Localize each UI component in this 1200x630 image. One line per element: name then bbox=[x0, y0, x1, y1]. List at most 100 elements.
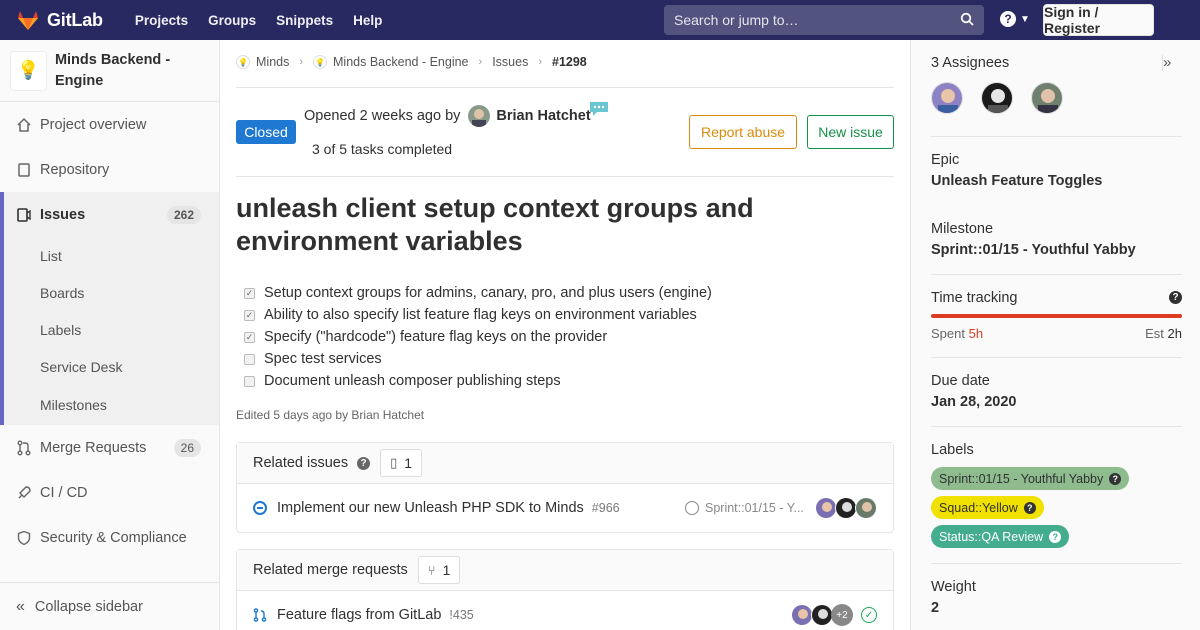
issue-meta: Opened 2 weeks ago by Brian Hatchet bbox=[304, 105, 591, 127]
label-squad[interactable]: Squad::Yellow? bbox=[931, 496, 1044, 519]
table-row[interactable]: Implement our new Unleash PHP SDK to Min… bbox=[237, 484, 893, 532]
gitlab-logo[interactable]: GitLab bbox=[16, 8, 103, 32]
label-text: Sprint::01/15 - Youthful Yabby bbox=[939, 471, 1104, 486]
task-checkbox[interactable] bbox=[244, 353, 255, 365]
avatar[interactable] bbox=[815, 497, 837, 519]
issue-closed-icon bbox=[253, 501, 267, 515]
list-item: Spec test services bbox=[244, 348, 712, 370]
nav-projects[interactable]: Projects bbox=[125, 13, 198, 28]
avatar[interactable] bbox=[981, 82, 1013, 114]
avatar[interactable] bbox=[791, 604, 813, 626]
lightbulb-icon: 💡 bbox=[10, 50, 47, 91]
time-values: Spent 5h Est 2h bbox=[931, 326, 1182, 341]
epic-label: Epic bbox=[931, 152, 960, 168]
search-icon[interactable] bbox=[960, 12, 974, 26]
new-issue-button[interactable]: New issue bbox=[807, 115, 894, 149]
nav-help[interactable]: Help bbox=[343, 13, 392, 28]
avatar[interactable] bbox=[835, 497, 857, 519]
tasks-summary: 3 of 5 tasks completed bbox=[312, 141, 453, 157]
task-list: ✓ Setup context groups for admins, canar… bbox=[244, 282, 712, 392]
label-text: Status::QA Review bbox=[939, 529, 1044, 544]
breadcrumb-project[interactable]: 💡 Minds Backend - Engine bbox=[313, 55, 469, 69]
epic-value[interactable]: Unleash Feature Toggles bbox=[931, 173, 1182, 189]
label-sprint[interactable]: Sprint::01/15 - Youthful Yabby? bbox=[931, 467, 1130, 490]
sidebar-item-security[interactable]: Security & Compliance bbox=[0, 515, 219, 560]
milestone-ref: Sprint::01/15 - Y... bbox=[685, 501, 804, 515]
project-name: Minds Backend - Engine bbox=[54, 51, 171, 89]
opened-text: Opened 2 weeks ago by bbox=[304, 108, 461, 124]
sidebar-item-label: Merge Requests bbox=[40, 439, 147, 456]
milestone-value[interactable]: Sprint::01/15 - Youthful Yabby bbox=[931, 242, 1182, 258]
question-icon[interactable]: ? bbox=[357, 456, 371, 470]
right-sidebar: 3 Assignees » Epic Unleash Feature Toggl… bbox=[910, 40, 1200, 630]
time-progress-bar bbox=[931, 314, 1182, 318]
question-icon[interactable]: ? bbox=[1023, 501, 1036, 514]
sidebar-subitem-milestones[interactable]: Milestones bbox=[4, 385, 219, 425]
signin-button[interactable]: Sign in / Register bbox=[1043, 4, 1154, 36]
related-issues-panel: Related issues ? ▯ 1 Implement our new U… bbox=[236, 442, 894, 533]
sidebar-item-ci-cd[interactable]: CI / CD bbox=[0, 470, 219, 515]
search-input[interactable] bbox=[674, 12, 954, 28]
project-header[interactable]: 💡 Minds Backend - Engine bbox=[0, 40, 219, 102]
related-issue-title[interactable]: Implement our new Unleash PHP SDK to Min… bbox=[277, 500, 584, 516]
task-checkbox[interactable]: ✓ bbox=[244, 287, 255, 299]
avatar[interactable] bbox=[811, 604, 833, 626]
status-badge: Closed bbox=[236, 120, 296, 144]
task-checkbox[interactable]: ✓ bbox=[244, 309, 255, 321]
related-mrs-count[interactable]: ⑂ 1 bbox=[417, 556, 461, 584]
avatar[interactable] bbox=[931, 82, 963, 114]
time-tracking-block: Time tracking ? Spent 5h Est 2h bbox=[931, 290, 1182, 341]
question-icon[interactable]: ? bbox=[1109, 472, 1122, 485]
mr-avatars: +2 ✓ bbox=[791, 604, 877, 626]
question-icon[interactable]: ? bbox=[1169, 291, 1182, 304]
est-label: Est bbox=[1145, 326, 1164, 341]
avatar[interactable] bbox=[1031, 82, 1063, 114]
spent-value: 5h bbox=[968, 326, 984, 341]
help-dropdown[interactable]: ? ▼ bbox=[1000, 11, 1030, 27]
author-name[interactable]: Brian Hatchet bbox=[496, 108, 590, 124]
sidebar-item-project-overview[interactable]: Project overview bbox=[0, 102, 219, 147]
breadcrumb-current[interactable]: #1298 bbox=[552, 55, 587, 69]
double-chevron-left-icon: « bbox=[16, 597, 25, 615]
chevron-right-icon: › bbox=[299, 56, 304, 68]
count-value: 1 bbox=[404, 455, 413, 471]
sidebar-item-issues[interactable]: Issues 262 bbox=[4, 192, 219, 237]
issue-title: unleash client setup context groups and … bbox=[236, 193, 754, 256]
avatar[interactable] bbox=[855, 497, 877, 519]
sidebar-subitem-boards[interactable]: Boards bbox=[4, 274, 219, 311]
task-checkbox[interactable]: ✓ bbox=[244, 331, 255, 343]
task-checkbox[interactable] bbox=[244, 375, 255, 387]
weight-label: Weight bbox=[931, 579, 976, 595]
nav-groups[interactable]: Groups bbox=[198, 13, 266, 28]
weight-block: Weight 2 bbox=[931, 579, 1182, 616]
related-issues-count[interactable]: ▯ 1 bbox=[380, 449, 423, 477]
sidebar-item-merge-requests[interactable]: Merge Requests 26 bbox=[0, 425, 219, 470]
breadcrumb-minds[interactable]: 💡 Minds bbox=[236, 55, 289, 69]
report-abuse-button[interactable]: Report abuse bbox=[689, 115, 797, 149]
double-chevron-right-icon[interactable]: » bbox=[1163, 54, 1171, 71]
breadcrumb-issues[interactable]: Issues bbox=[492, 55, 528, 69]
question-icon[interactable]: ? bbox=[1049, 530, 1062, 543]
nav-snippets[interactable]: Snippets bbox=[266, 13, 343, 28]
divider bbox=[931, 426, 1182, 427]
more-avatars-count[interactable]: +2 bbox=[831, 604, 853, 626]
label-status[interactable]: Status::QA Review? bbox=[931, 525, 1070, 548]
related-mr-title[interactable]: Feature flags from GitLab bbox=[277, 607, 441, 623]
assignee-avatars bbox=[815, 497, 877, 519]
sidebar-subitem-labels[interactable]: Labels bbox=[4, 311, 219, 348]
left-sidebar: 💡 Minds Backend - Engine Project overvie… bbox=[0, 40, 220, 630]
breadcrumb: 💡 Minds › 💡 Minds Backend - Engine › Iss… bbox=[236, 55, 587, 69]
mr-ref: !435 bbox=[449, 608, 474, 622]
labels-block: Labels Sprint::01/15 - Youthful Yabby? S… bbox=[931, 442, 1182, 554]
comment-icon[interactable] bbox=[589, 101, 609, 117]
table-row[interactable]: Feature flags from GitLab !435 +2 ✓ bbox=[237, 591, 893, 630]
merge-request-icon: ⑂ bbox=[427, 562, 436, 578]
pipeline-passed-icon[interactable]: ✓ bbox=[861, 607, 877, 623]
collapse-sidebar-button[interactable]: « Collapse sidebar bbox=[0, 582, 219, 630]
avatar[interactable] bbox=[468, 105, 491, 127]
sidebar-item-repository[interactable]: Repository bbox=[0, 147, 219, 192]
collapse-label: Collapse sidebar bbox=[34, 598, 143, 615]
sidebar-subitem-service-desk[interactable]: Service Desk bbox=[4, 348, 219, 385]
count-value: 1 bbox=[442, 562, 451, 578]
sidebar-subitem-list[interactable]: List bbox=[4, 237, 219, 274]
